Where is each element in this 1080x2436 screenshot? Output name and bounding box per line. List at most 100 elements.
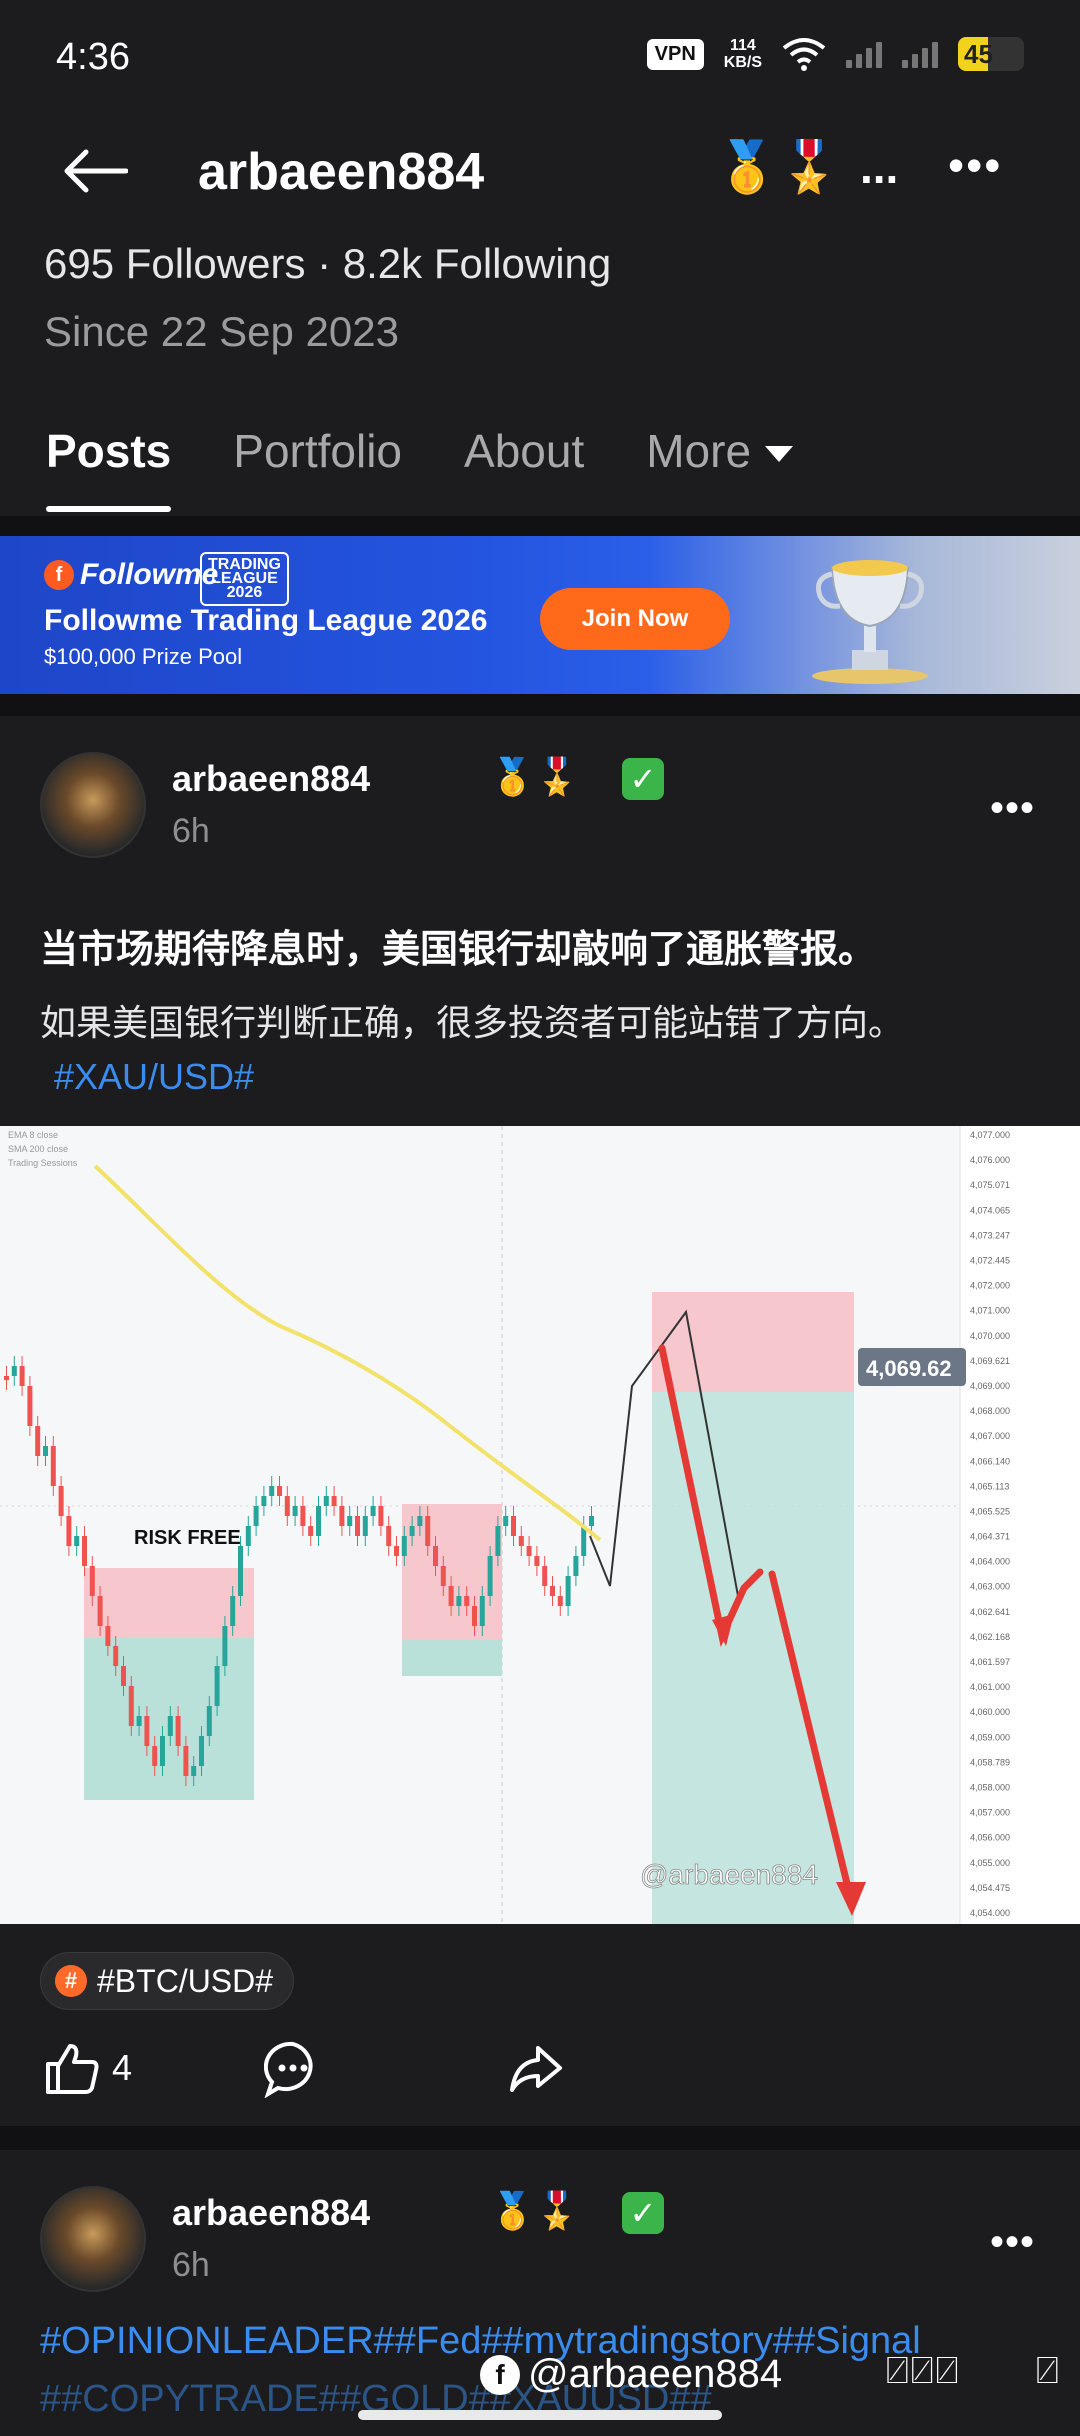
candle-body [401, 1536, 407, 1556]
post-headline: 当市场期待降息时，美国银行却敲响了通胀警报。 [40, 929, 877, 971]
candle-body [347, 1516, 353, 1526]
candle-body [121, 1666, 126, 1686]
y-tick-label: 4,061.000 [970, 1682, 1010, 1692]
thumbs-up-icon [46, 2044, 99, 2094]
verified-check-icon: ✓ [622, 758, 664, 800]
network-speed: 114 KB/S [724, 37, 762, 71]
candle-body [565, 1576, 571, 1606]
candle-body [245, 1526, 251, 1546]
post-hashtag[interactable]: #XAU/USD# [54, 1056, 254, 1098]
caret-down-icon [765, 446, 794, 462]
medal-more[interactable]: ... [860, 140, 898, 194]
avatar[interactable] [40, 752, 146, 858]
candle-body [472, 1606, 477, 1626]
divider [0, 516, 1080, 536]
candle-body [66, 1516, 72, 1546]
post-body: 如果美国银行判断正确，很多投资者可能站错了方向。 [40, 1002, 905, 1043]
back-arrow-icon[interactable] [62, 148, 128, 194]
candle-body [175, 1716, 181, 1746]
post-username[interactable]: arbaeen884 [172, 758, 370, 800]
candle-body [292, 1506, 298, 1516]
medal-icons[interactable]: 🥇🎖️ [716, 138, 841, 197]
battery-level: 45 [964, 39, 993, 69]
candle-body [82, 1536, 87, 1566]
candle-body [339, 1506, 345, 1526]
risk-zone-2 [402, 1504, 502, 1640]
post-more-icon[interactable]: ••• [990, 2220, 1035, 2265]
banner-title: Followme Trading League 2026 [44, 604, 488, 637]
candle-body [4, 1376, 9, 1380]
candle-body [331, 1496, 337, 1506]
avatar[interactable] [40, 2186, 146, 2292]
y-tick-label: 4,054.000 [970, 1908, 1010, 1918]
followme-logo: f Followme [44, 558, 218, 592]
y-tick-label: 4,056.000 [970, 1833, 1010, 1843]
candle-body [128, 1686, 134, 1726]
candle-body [386, 1526, 392, 1546]
post-more-icon[interactable]: ••• [990, 786, 1035, 831]
trophy-icon [812, 560, 928, 684]
tab-about[interactable]: About [464, 420, 584, 516]
candle-body [542, 1566, 548, 1586]
join-now-button[interactable]: Join Now [540, 588, 730, 650]
legend-ema: EMA 8 close [8, 1130, 58, 1140]
comment-button[interactable] [264, 2040, 322, 2098]
candle-body [89, 1566, 95, 1596]
divider [0, 694, 1080, 716]
candle-body [526, 1546, 532, 1556]
candle-body [557, 1596, 563, 1606]
watermark-glyphs: ⍁⍁⍁ [886, 2350, 961, 2392]
reward-zone-3 [652, 1392, 854, 1924]
y-tick-label: 4,069.000 [970, 1381, 1010, 1391]
tab-posts[interactable]: Posts [46, 420, 172, 516]
signal-icon-2 [902, 40, 938, 68]
y-tick-label: 4,061.597 [970, 1657, 1010, 1667]
divider [0, 2126, 1080, 2150]
tag-pill[interactable]: # #BTC/USD# [40, 1952, 295, 2010]
candle-body [589, 1516, 594, 1526]
chart-image[interactable]: RISK FREE 4,069.62 EMA 8 close SMA 200 c… [0, 1126, 1080, 1924]
home-indicator[interactable] [358, 2410, 722, 2420]
promo-banner[interactable]: f Followme TRADING LEAGUE 2026 Followme … [0, 536, 1080, 694]
candle-body [518, 1536, 524, 1546]
y-tick-label: 4,060.000 [970, 1707, 1010, 1717]
post-time: 6h [172, 812, 210, 850]
y-tick-label: 4,062.168 [970, 1632, 1010, 1642]
y-tick-label: 4,068.000 [970, 1406, 1010, 1416]
y-tick-label: 4,065.525 [970, 1506, 1010, 1516]
chart-watermark: @arbaeen884 [640, 1859, 818, 1890]
network-speed-value: 114 [729, 37, 756, 54]
candle-body [97, 1596, 103, 1626]
more-options-icon[interactable]: ••• [948, 138, 1002, 192]
verified-check-icon: ✓ [622, 2192, 664, 2234]
candle-body [183, 1746, 189, 1776]
post-medal-icons: 🥇🎖️ [490, 2190, 580, 2231]
tab-portfolio[interactable]: Portfolio [233, 420, 402, 516]
candle-body [464, 1596, 470, 1606]
candle-body [238, 1546, 243, 1596]
y-tick-label: 4,067.000 [970, 1431, 1010, 1441]
candle-body [253, 1506, 259, 1526]
candle-body [43, 1446, 48, 1456]
candle-body [206, 1706, 212, 1736]
status-icons: VPN 114 KB/S 45 [646, 36, 1024, 72]
share-button[interactable] [508, 2040, 564, 2096]
profile-tabs: Posts Portfolio About More [0, 420, 1080, 516]
sma-line [93, 1164, 602, 1542]
candle-body [355, 1516, 360, 1536]
candle-body [191, 1766, 197, 1776]
share-icon [510, 2046, 562, 2092]
tab-more[interactable]: More [646, 420, 794, 516]
y-tick-label: 4,064.371 [970, 1532, 1010, 1542]
candle-body [269, 1486, 275, 1496]
bottom-watermark: f @arbaeen884 [480, 2352, 782, 2397]
candle-body [50, 1446, 56, 1486]
post-username[interactable]: arbaeen884 [172, 2192, 370, 2234]
vpn-icon: VPN [646, 38, 704, 70]
profile-username: arbaeen884 [198, 143, 485, 201]
y-tick-label: 4,066.140 [970, 1456, 1010, 1466]
follower-stats[interactable]: 695 Followers · 8.2k Following [44, 240, 611, 288]
candle-body [362, 1516, 368, 1536]
like-button[interactable]: 4 [44, 2040, 132, 2096]
comment-icon [264, 2041, 313, 2098]
